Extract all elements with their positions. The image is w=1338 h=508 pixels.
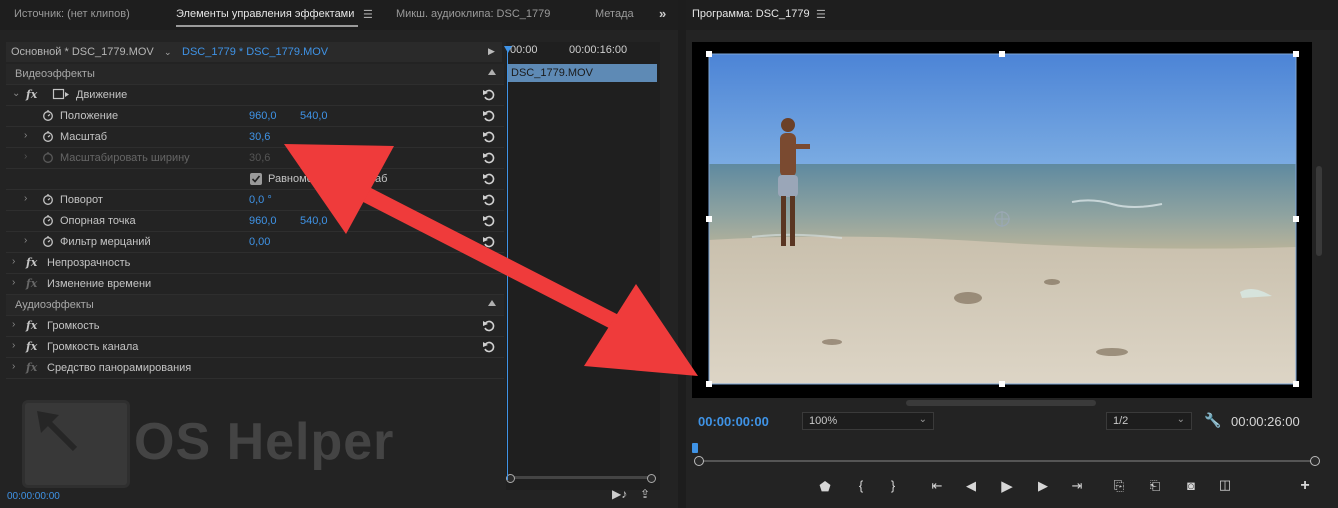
annotation-arrow — [284, 144, 698, 376]
